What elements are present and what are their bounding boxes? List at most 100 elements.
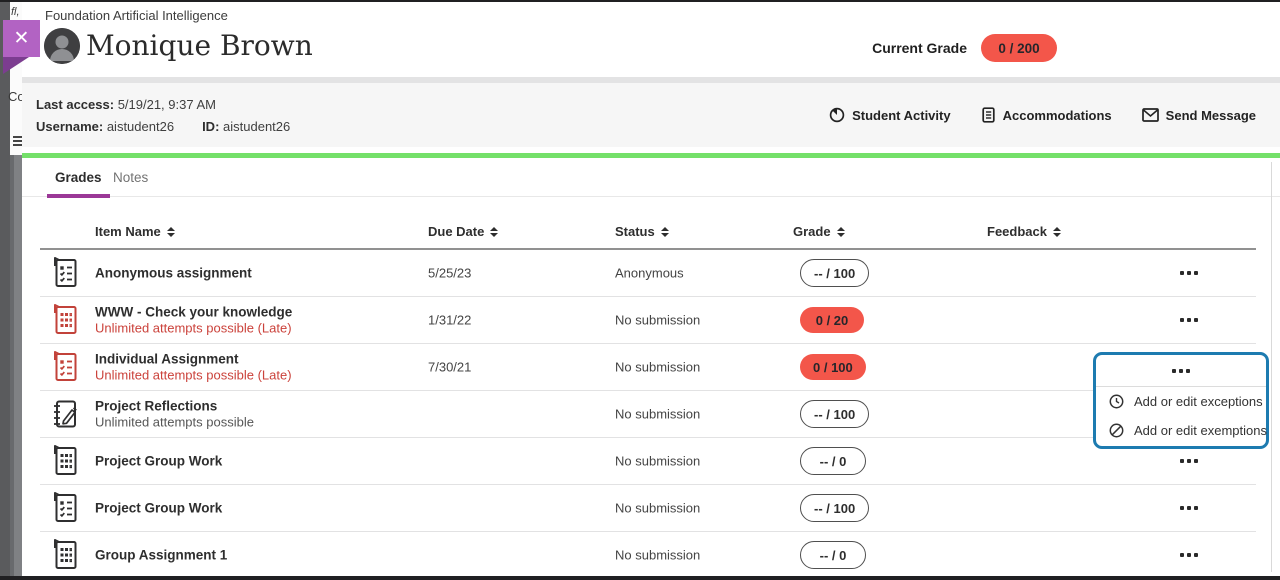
item-name-cell: Individual Assignment Unlimited attempts…: [95, 351, 292, 384]
activity-pie-icon: [829, 107, 845, 123]
sort-icon: [167, 227, 175, 237]
background-text-fragment: Co: [8, 89, 22, 104]
ellipsis-icon: [1180, 553, 1184, 557]
close-x-icon: ✕: [14, 27, 30, 50]
column-header-due-date[interactable]: Due Date: [428, 224, 498, 239]
item-subtext: Unlimited attempts possible (Late): [95, 368, 292, 384]
panel-body: Foundation Artificial Intelligence Moniq…: [22, 2, 1280, 576]
last-access-line: Last access: 5/19/21, 9:37 AM: [36, 94, 290, 116]
grades-table-body: Anonymous assignment 5/25/23 Anonymous -…: [40, 250, 1256, 579]
scrollbar-track[interactable]: [1271, 162, 1272, 572]
current-grade-label: Current Grade: [872, 40, 967, 56]
student-activity-button[interactable]: Student Activity: [829, 107, 950, 123]
person-silhouette-icon: [44, 28, 80, 64]
item-name[interactable]: Individual Assignment: [95, 351, 292, 368]
close-button-ribbon-fold: [3, 57, 29, 74]
table-row[interactable]: Project Group Work No submission -- / 0: [40, 438, 1256, 485]
send-message-button[interactable]: Send Message: [1142, 108, 1256, 123]
checklist-assignment-icon: [51, 351, 81, 383]
column-header-grade[interactable]: Grade: [793, 224, 845, 239]
current-grade-pill[interactable]: 0 / 200: [981, 34, 1057, 62]
column-header-item-name[interactable]: Item Name: [95, 224, 175, 239]
grade-pill[interactable]: -- / 100: [800, 400, 869, 428]
status-cell: No submission: [615, 313, 700, 328]
item-name-cell: Project Group Work: [95, 500, 222, 517]
grade-pill[interactable]: 0 / 100: [800, 354, 866, 380]
checklist-assignment-icon: [51, 492, 81, 524]
table-row[interactable]: Individual Assignment Unlimited attempts…: [40, 344, 1256, 391]
envelope-icon: [1142, 108, 1159, 122]
ellipsis-icon: [1180, 318, 1184, 322]
background-dark-strip: [0, 0, 10, 580]
grade-pill[interactable]: -- / 0: [800, 541, 866, 569]
item-name-cell: Project Group Work: [95, 453, 222, 470]
column-header-status[interactable]: Status: [615, 224, 669, 239]
sort-icon: [1053, 227, 1061, 237]
more-options-button[interactable]: [1173, 543, 1205, 567]
window-bottom-edge: [0, 576, 1280, 580]
item-name[interactable]: Project Reflections: [95, 398, 254, 415]
grid-test-icon: [51, 539, 81, 571]
more-options-button[interactable]: [1173, 261, 1205, 285]
student-overview-panel: fl, Co ✕ Foundation Artificial Intellige…: [0, 0, 1280, 580]
grades-table: Item Name Due Date Status Grade Feedback…: [40, 196, 1256, 579]
column-header-feedback[interactable]: Feedback: [987, 224, 1061, 239]
action-label: Send Message: [1166, 108, 1256, 123]
panel-header: Foundation Artificial Intelligence Moniq…: [22, 2, 1280, 77]
table-row[interactable]: Project Reflections Unlimited attempts p…: [40, 391, 1256, 438]
tab-grades[interactable]: Grades: [55, 158, 102, 196]
table-row[interactable]: Anonymous assignment 5/25/23 Anonymous -…: [40, 250, 1256, 297]
clock-icon: [1109, 394, 1124, 409]
grades-table-header: Item Name Due Date Status Grade Feedback: [40, 196, 1256, 250]
item-subtext: Unlimited attempts possible (Late): [95, 321, 292, 337]
menu-item-add-edit-exemptions[interactable]: Add or edit exemptions: [1096, 416, 1266, 445]
grid-test-icon: [51, 304, 81, 336]
more-options-button[interactable]: [1173, 449, 1205, 473]
item-name[interactable]: Anonymous assignment: [95, 265, 252, 282]
sort-icon: [490, 227, 498, 237]
more-options-button[interactable]: [1173, 496, 1205, 520]
item-name[interactable]: Project Group Work: [95, 500, 222, 517]
username-id-line: Username: aistudent26ID: aistudent26: [36, 116, 290, 138]
prohibit-icon: [1109, 423, 1124, 438]
grade-pill[interactable]: -- / 100: [800, 259, 869, 287]
background-gray-strip: [14, 155, 22, 580]
item-name[interactable]: Project Group Work: [95, 453, 222, 470]
status-cell: No submission: [615, 454, 700, 469]
due-date-cell: 1/31/22: [428, 313, 471, 328]
sort-icon: [661, 227, 669, 237]
background-page-sliver: fl, Co: [0, 0, 22, 580]
more-options-button[interactable]: [1096, 355, 1266, 387]
item-name-cell: Project Reflections Unlimited attempts p…: [95, 398, 254, 431]
action-label: Student Activity: [852, 108, 950, 123]
item-name-cell: Group Assignment 1: [95, 547, 227, 564]
grade-pill[interactable]: -- / 100: [800, 494, 869, 522]
row-context-menu: Add or edit exceptions Add or edit exemp…: [1093, 352, 1269, 449]
journal-pencil-icon: [51, 398, 81, 430]
item-name[interactable]: Group Assignment 1: [95, 547, 227, 564]
tab-notes[interactable]: Notes: [113, 158, 148, 196]
grade-pill[interactable]: 0 / 20: [800, 307, 864, 333]
menu-item-add-edit-exceptions[interactable]: Add or edit exceptions: [1096, 387, 1266, 416]
accommodations-button[interactable]: Accommodations: [981, 107, 1112, 123]
grid-test-icon: [51, 445, 81, 477]
action-label: Accommodations: [1003, 108, 1112, 123]
item-subtext: Unlimited attempts possible: [95, 415, 254, 431]
student-info-text: Last access: 5/19/21, 9:37 AM Username: …: [36, 94, 290, 138]
item-name-cell: WWW - Check your knowledge Unlimited att…: [95, 304, 292, 337]
more-options-button[interactable]: [1173, 308, 1205, 332]
student-info-bar: Last access: 5/19/21, 9:37 AM Username: …: [22, 83, 1280, 147]
grade-pill[interactable]: -- / 0: [800, 447, 866, 475]
status-cell: Anonymous: [615, 266, 684, 281]
table-row[interactable]: Project Group Work No submission -- / 10…: [40, 485, 1256, 532]
close-panel-button[interactable]: ✕: [3, 20, 40, 57]
due-date-cell: 5/25/23: [428, 266, 471, 281]
student-name: Monique Brown: [86, 29, 313, 62]
tab-bar: Grades Notes: [22, 158, 1280, 197]
ellipsis-icon: [1172, 369, 1176, 373]
table-row[interactable]: Group Assignment 1 No submission -- / 0: [40, 532, 1256, 579]
table-row[interactable]: WWW - Check your knowledge Unlimited att…: [40, 297, 1256, 344]
item-name[interactable]: WWW - Check your knowledge: [95, 304, 292, 321]
status-cell: No submission: [615, 407, 700, 422]
status-cell: No submission: [615, 360, 700, 375]
